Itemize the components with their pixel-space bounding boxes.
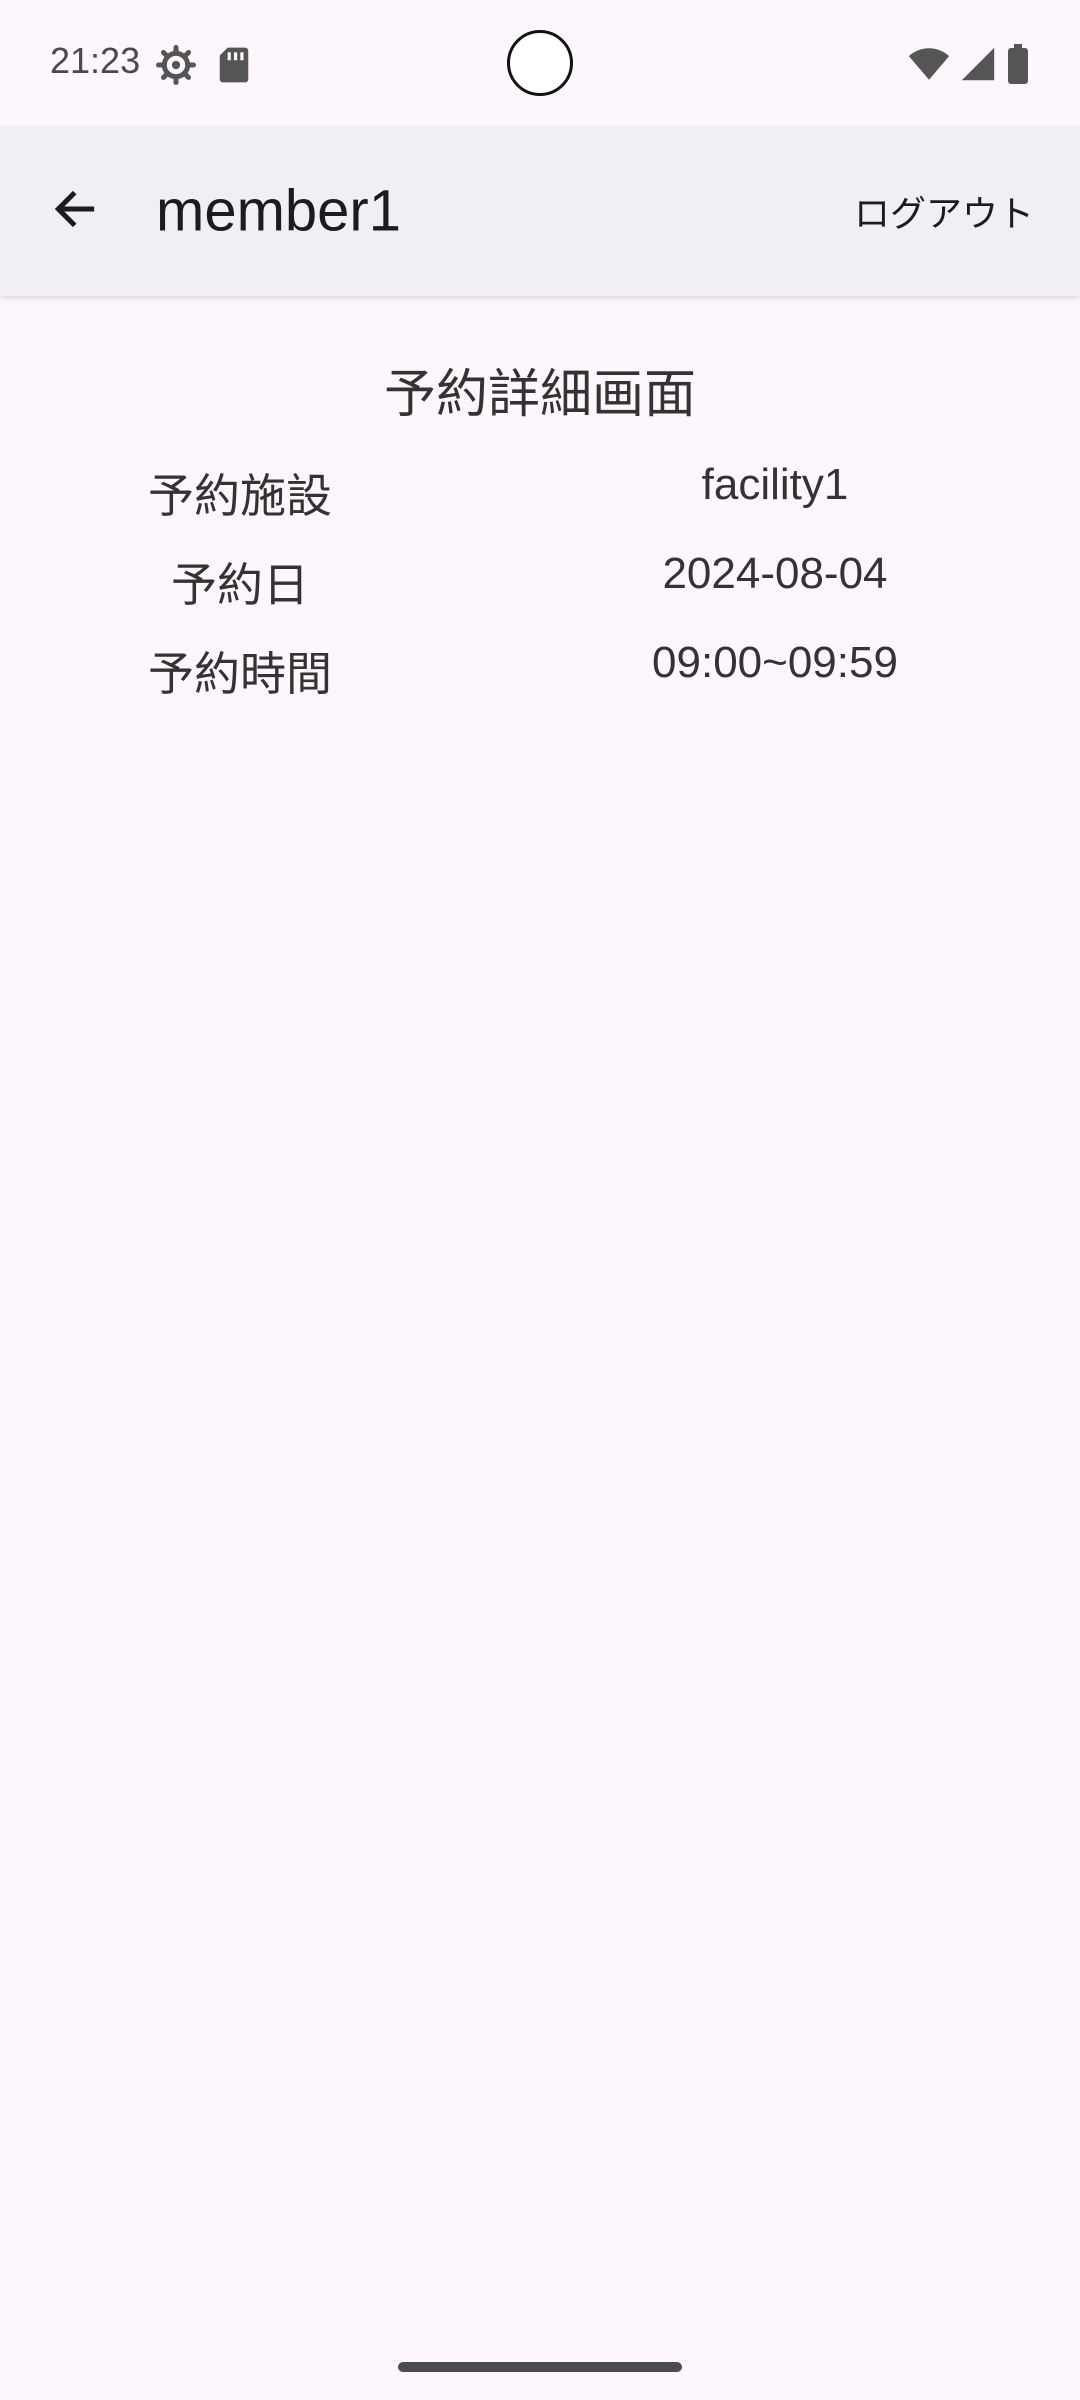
detail-value-facility: facility1: [701, 460, 849, 509]
status-bar: 21:23: [0, 0, 1080, 126]
page-title: 予約詳細画面: [383, 365, 696, 425]
detail-row-facility: 予約施設 facility1: [0, 460, 1080, 540]
detail-value-date: 2024-08-04: [662, 549, 888, 598]
status-left-icons: [156, 45, 250, 89]
logout-button[interactable]: ログアウト: [842, 175, 1046, 247]
settings-gear-icon: [156, 45, 196, 89]
wifi-icon: [908, 46, 950, 86]
cellular-signal-icon: [960, 46, 996, 86]
app-bar-title: member1: [156, 178, 401, 244]
front-camera-cutout: [507, 30, 573, 96]
app-bar: member1 ログアウト: [0, 126, 1080, 296]
back-button[interactable]: [40, 176, 110, 246]
detail-value-time: 09:00~09:59: [652, 638, 898, 687]
status-time: 21:23: [50, 40, 141, 81]
arrow-back-icon: [50, 184, 100, 238]
detail-label-facility: 予約施設: [148, 469, 332, 523]
detail-row-date: 予約日 2024-08-04: [0, 549, 1080, 629]
status-right-icons: [908, 44, 1030, 88]
gesture-nav-handle[interactable]: [398, 2362, 682, 2372]
battery-icon: [1006, 44, 1030, 88]
detail-label-date: 予約日: [171, 558, 309, 612]
sd-card-icon: [218, 46, 250, 88]
detail-label-time: 予約時間: [148, 647, 332, 701]
detail-row-time: 予約時間 09:00~09:59: [0, 638, 1080, 718]
